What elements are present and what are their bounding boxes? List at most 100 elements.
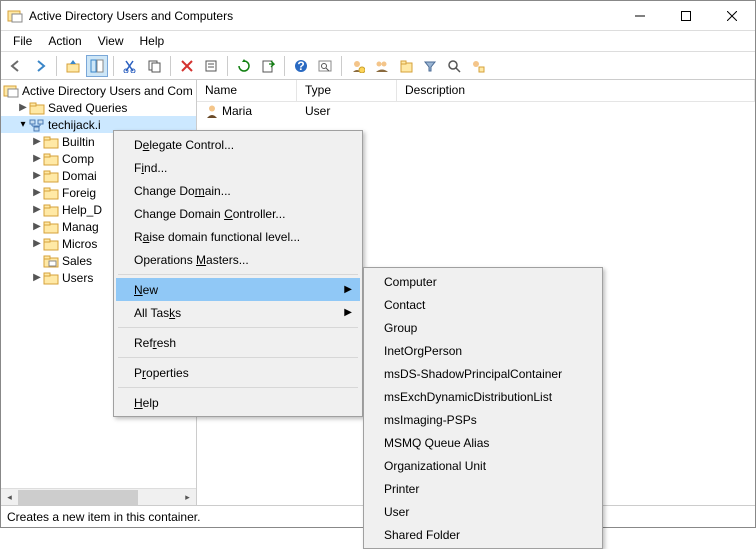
tree-root-label: Active Directory Users and Com [22, 84, 193, 98]
tree-item-label: Users [62, 271, 93, 285]
new-msimaging-psps[interactable]: msImaging-PSPs [366, 408, 600, 431]
new-group[interactable]: Group [366, 316, 600, 339]
ou-icon [43, 253, 59, 269]
delete-button[interactable] [176, 55, 198, 77]
app-icon [7, 8, 23, 24]
menu-bar: File Action View Help [1, 31, 755, 51]
chevron-right-icon: ▶ [31, 204, 43, 215]
chevron-down-icon: ▾ [17, 119, 29, 130]
ctx-raise-level[interactable]: Raise domain functional level... [116, 225, 360, 248]
export-button[interactable] [257, 55, 279, 77]
chevron-right-icon: ▶ [31, 187, 43, 198]
chevron-right-icon: ▶ [31, 170, 43, 181]
refresh-button[interactable] [233, 55, 255, 77]
scroll-right-button[interactable]: ▸ [179, 489, 196, 506]
folder-icon [43, 236, 59, 252]
new-inetorgperson[interactable]: InetOrgPerson [366, 339, 600, 362]
domain-icon [29, 117, 45, 133]
nav-forward-button[interactable] [29, 55, 51, 77]
menu-file[interactable]: File [5, 33, 40, 49]
context-submenu-new: Computer Contact Group InetOrgPerson msD… [363, 267, 603, 549]
new-computer[interactable]: Computer [366, 270, 600, 293]
column-description[interactable]: Description [397, 80, 755, 101]
ctx-help[interactable]: Help [116, 391, 360, 414]
close-button[interactable] [709, 1, 755, 31]
ctx-change-domain[interactable]: Change Domain... [116, 179, 360, 202]
new-msmq-queue-alias[interactable]: MSMQ Queue Alias [366, 431, 600, 454]
tree-root[interactable]: Active Directory Users and Com [1, 82, 196, 99]
folder-icon [43, 151, 59, 167]
minimize-button[interactable] [617, 1, 663, 31]
toolbar: ? [1, 52, 755, 80]
svg-text:?: ? [297, 59, 304, 73]
help-button[interactable]: ? [290, 55, 312, 77]
new-printer[interactable]: Printer [366, 477, 600, 500]
menu-separator [118, 274, 358, 275]
ctx-properties[interactable]: Properties [116, 361, 360, 384]
maximize-button[interactable] [663, 1, 709, 31]
new-group-button[interactable] [371, 55, 393, 77]
tree-saved-queries[interactable]: ▶ Saved Queries [1, 99, 196, 116]
folder-icon [43, 270, 59, 286]
folder-icon [43, 185, 59, 201]
ctx-refresh[interactable]: Refresh [116, 331, 360, 354]
tree-item-label: Domai [62, 169, 97, 183]
menu-separator [118, 357, 358, 358]
ctx-all-tasks[interactable]: All Tasks▶ [116, 301, 360, 324]
new-organizational-unit[interactable]: Organizational Unit [366, 454, 600, 477]
new-msds-shadow[interactable]: msDS-ShadowPrincipalContainer [366, 362, 600, 385]
new-shared-folder[interactable]: Shared Folder [366, 523, 600, 546]
up-button[interactable] [62, 55, 84, 77]
new-user[interactable]: User [366, 500, 600, 523]
ctx-delegate-control[interactable]: Delegate Control... [116, 133, 360, 156]
status-text: Creates a new item in this container. [7, 510, 200, 524]
tree-item-label: Comp [62, 152, 94, 166]
tree-item-label: Help_D [62, 203, 102, 217]
menu-action[interactable]: Action [40, 33, 89, 49]
tree-scrollbar[interactable]: ◂ ▸ [1, 488, 196, 505]
chevron-right-icon: ▶ [31, 272, 43, 283]
copy-button[interactable] [143, 55, 165, 77]
list-item[interactable]: Maria User [197, 102, 755, 119]
ctx-new[interactable]: New▶ [116, 278, 360, 301]
new-user-button[interactable] [347, 55, 369, 77]
folder-icon [43, 219, 59, 235]
column-type[interactable]: Type [297, 80, 397, 101]
tree-item-label: techijack.i [48, 118, 101, 132]
menu-separator [118, 387, 358, 388]
ctx-operations-masters[interactable]: Operations Masters... [116, 248, 360, 271]
ctx-find[interactable]: Find... [116, 156, 360, 179]
submenu-arrow-icon: ▶ [344, 284, 352, 295]
context-menu: Delegate Control... Find... Change Domai… [113, 130, 363, 417]
list-item-type: User [297, 104, 397, 118]
chevron-right-icon: ▶ [31, 238, 43, 249]
column-name[interactable]: Name [197, 80, 297, 101]
submenu-arrow-icon: ▶ [344, 307, 352, 318]
chevron-right-icon: ▶ [17, 102, 29, 113]
add-to-group-button[interactable] [467, 55, 489, 77]
tree-item-label: Sales [62, 254, 92, 268]
new-contact[interactable]: Contact [366, 293, 600, 316]
cut-button[interactable] [119, 55, 141, 77]
scrollbar-thumb[interactable] [18, 490, 138, 505]
menu-view[interactable]: View [90, 33, 132, 49]
ctx-change-dc[interactable]: Change Domain Controller... [116, 202, 360, 225]
menu-separator [118, 327, 358, 328]
properties-button[interactable] [200, 55, 222, 77]
user-icon [205, 104, 219, 118]
list-item-name: Maria [222, 104, 252, 118]
chevron-right-icon: ▶ [31, 221, 43, 232]
folder-icon [43, 168, 59, 184]
show-tree-button[interactable] [86, 55, 108, 77]
new-ou-button[interactable] [395, 55, 417, 77]
scroll-left-button[interactable]: ◂ [1, 489, 18, 506]
new-msexch-ddl[interactable]: msExchDynamicDistributionList [366, 385, 600, 408]
menu-help[interactable]: Help [132, 33, 173, 49]
tree-item-label: Builtin [62, 135, 95, 149]
find-button[interactable] [314, 55, 336, 77]
search-button[interactable] [443, 55, 465, 77]
tree-item-label: Manag [62, 220, 99, 234]
nav-back-button[interactable] [5, 55, 27, 77]
tree-item-label: Foreig [62, 186, 96, 200]
filter-button[interactable] [419, 55, 441, 77]
